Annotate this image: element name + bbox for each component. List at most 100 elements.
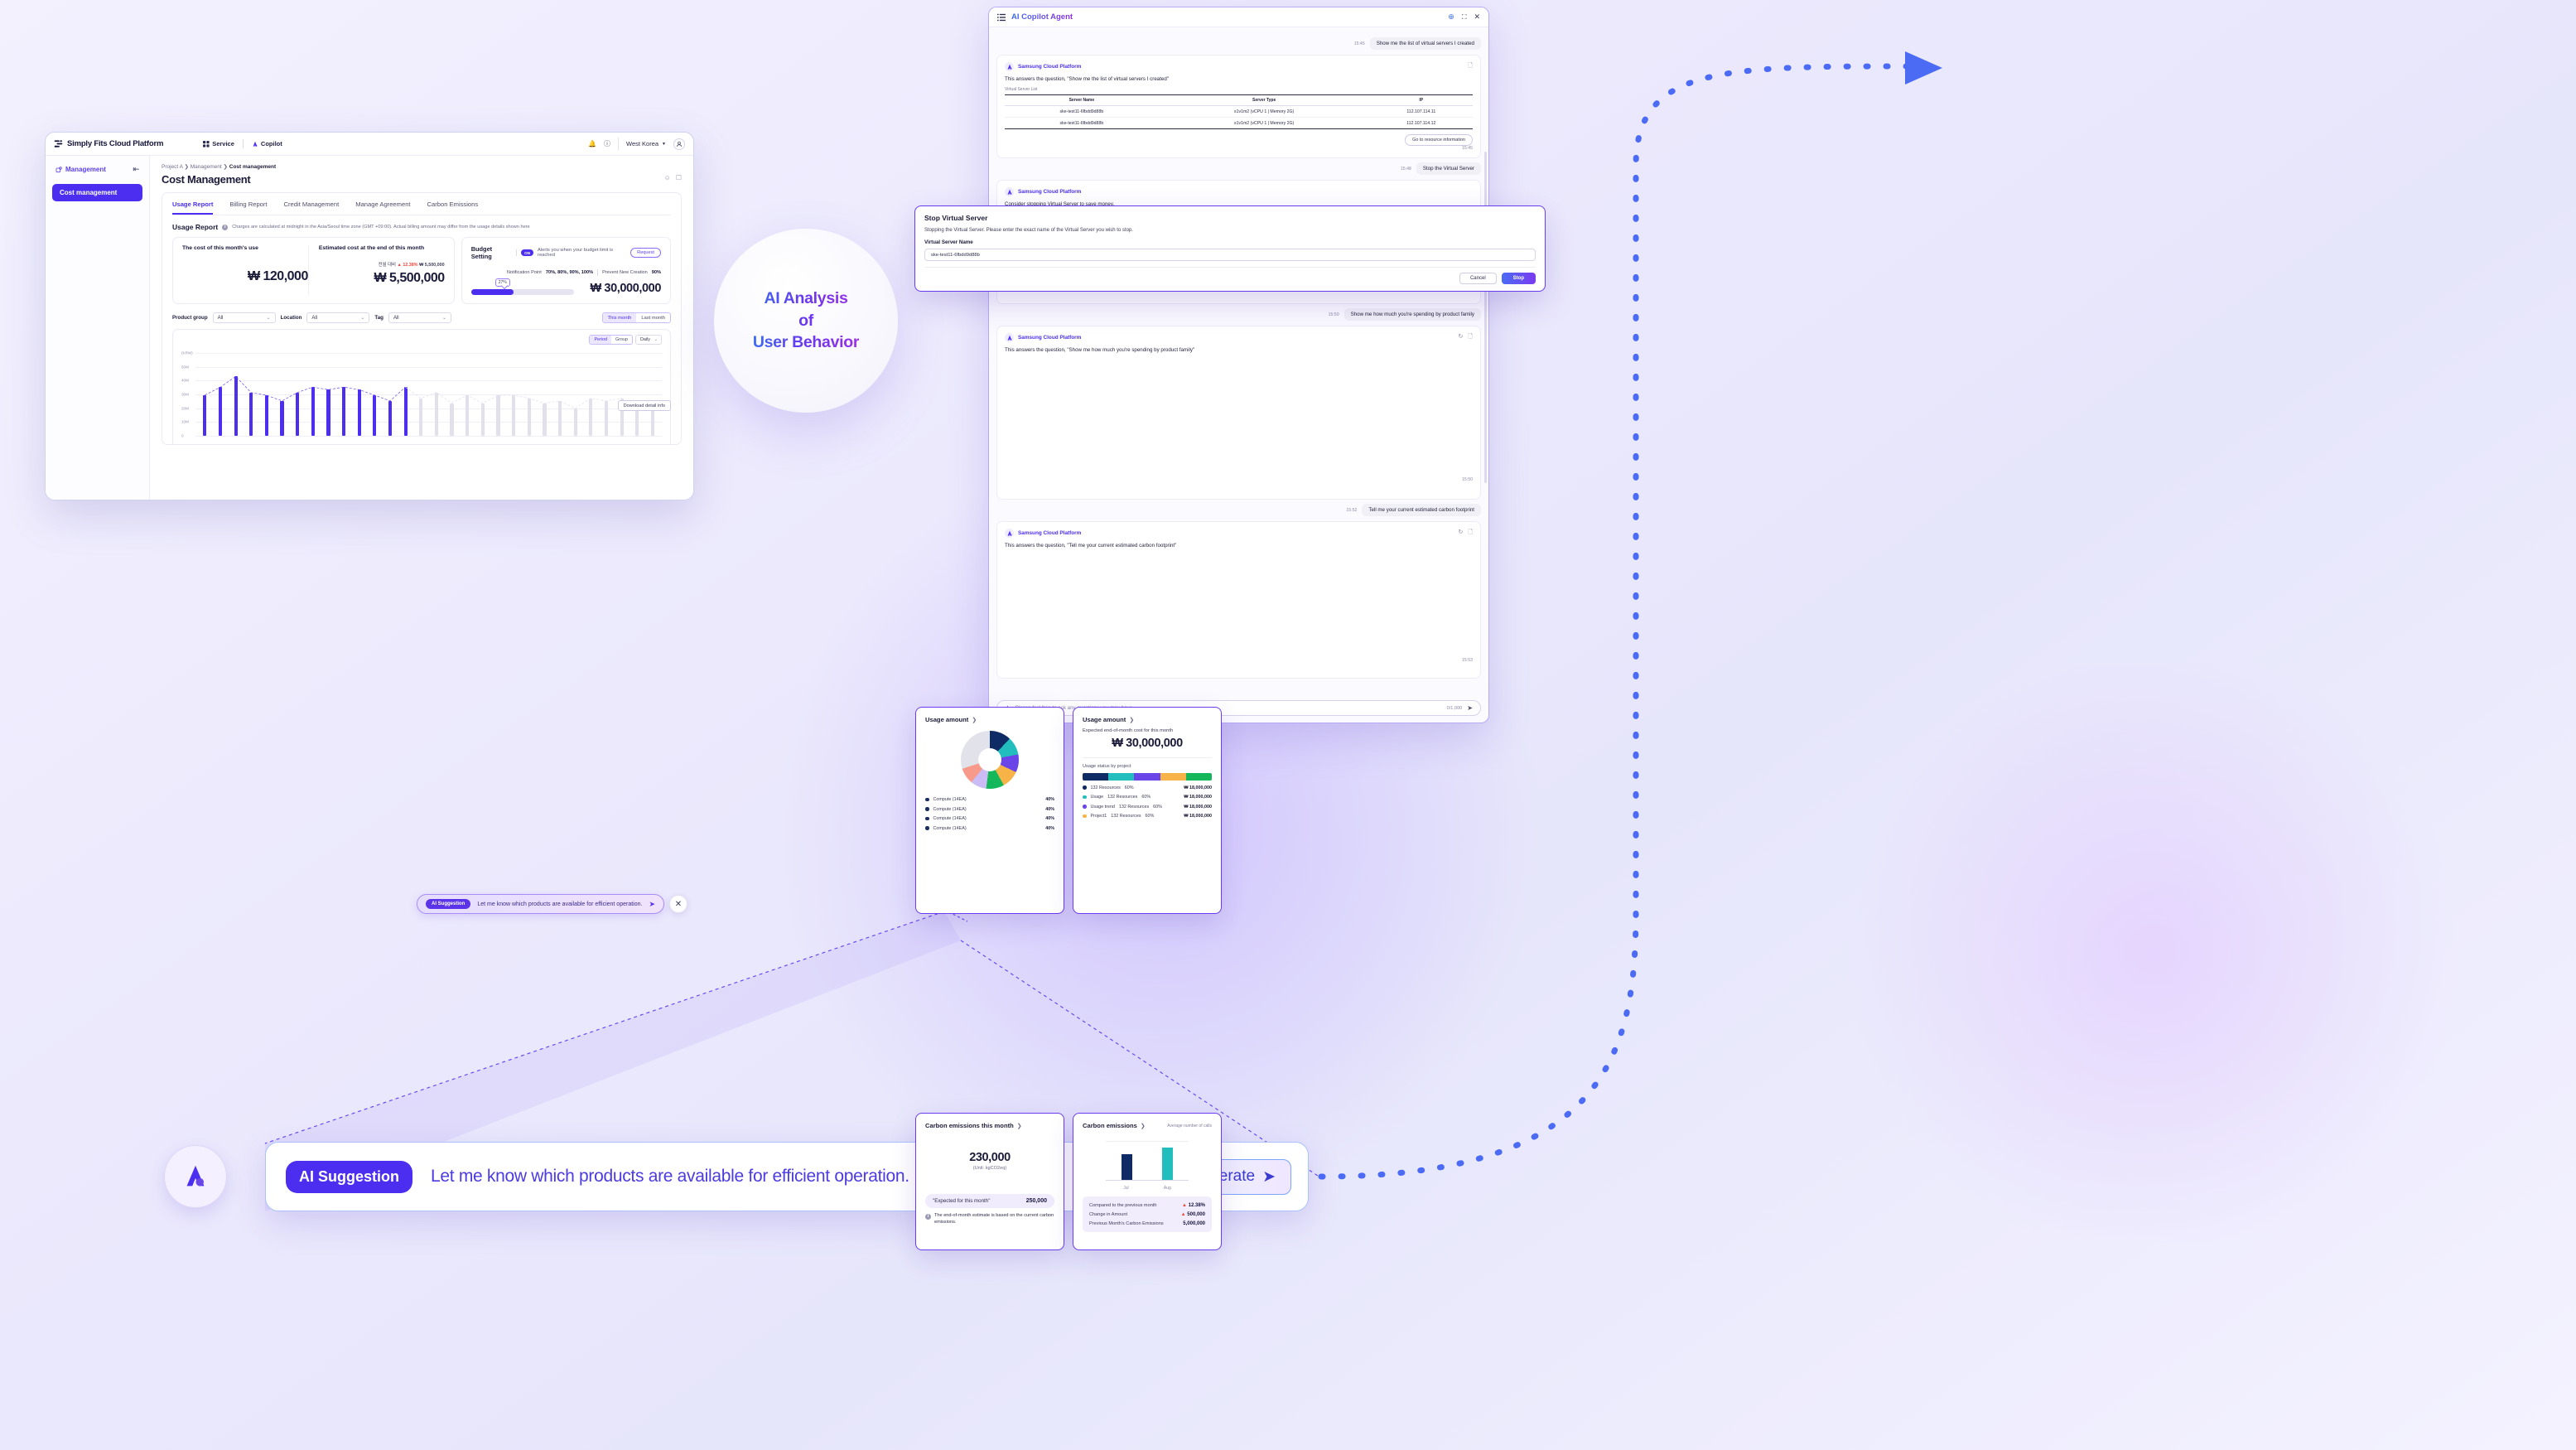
- tab-credit-management[interactable]: Credit Management: [284, 201, 340, 215]
- last-month-button[interactable]: Last month: [636, 313, 670, 322]
- row-detail: 132 Resources: [1111, 814, 1141, 819]
- stat-value: 5,000,000: [1183, 1220, 1205, 1226]
- bot-message-1-text: This answers the question, "Show me the …: [1005, 76, 1170, 82]
- legend-value: 40%: [1045, 825, 1054, 831]
- nav-service[interactable]: Service: [203, 140, 234, 147]
- send-icon[interactable]: ➤: [1467, 704, 1473, 712]
- stop-button[interactable]: Stop: [1501, 273, 1536, 284]
- notif-divider: [597, 269, 599, 276]
- budget-divider: [516, 249, 518, 256]
- x-axis-tick: 10-26: [572, 443, 588, 444]
- collapse-sidebar-icon[interactable]: ⇤: [133, 165, 139, 174]
- usage-chart: Period Group Daily ⌄ 0 10M 20M 30M 40M 50M (KR…: [172, 329, 671, 444]
- tab-billing-report[interactable]: Billing Report: [229, 201, 267, 215]
- location-label: Location: [280, 315, 302, 321]
- tab-bar: Usage Report Billing Report Credit Manag…: [172, 193, 671, 215]
- chevron-right-icon[interactable]: ❯: [1129, 717, 1134, 723]
- location-value: All: [311, 315, 318, 321]
- th-server-name: Server Name: [1005, 94, 1159, 106]
- top-navigation: Service Copilot: [203, 139, 282, 148]
- cost-summary-card: The cost of this month's use ₩ 120,000 E…: [172, 237, 455, 304]
- carbon-month-header: Carbon emissions this month ❯: [925, 1122, 1054, 1129]
- tab-manage-agreement[interactable]: Manage Agreement: [355, 201, 410, 215]
- copilot-scrollbar[interactable]: [1484, 152, 1487, 483]
- user-avatar[interactable]: [673, 138, 685, 150]
- inline-ai-pill[interactable]: AI Suggestion Let me know which products…: [417, 894, 664, 914]
- info-icon[interactable]: i: [222, 224, 229, 230]
- nav-copilot[interactable]: Copilot: [252, 140, 282, 147]
- smiley-icon[interactable]: ☺: [664, 174, 671, 181]
- stop-virtual-server-modal: Stop Virtual Server Stopping the Virtual…: [914, 205, 1546, 292]
- bot-message-4-text: This answers the question, "Tell me your…: [1005, 543, 1177, 549]
- legend-value: 40%: [1045, 797, 1054, 802]
- breadcrumb: Project A ❯ Management ❯ Cost management: [162, 163, 682, 170]
- carbon-compare-title: Carbon emissions: [1083, 1122, 1137, 1129]
- budget-toggle[interactable]: ON: [521, 249, 534, 256]
- refresh-icon[interactable]: ↻: [1458, 529, 1463, 538]
- chevron-right-icon[interactable]: ❯: [972, 717, 977, 723]
- x-axis-tick: [364, 443, 380, 444]
- breadcrumb-project[interactable]: Project A: [162, 164, 183, 170]
- cancel-button[interactable]: Cancel: [1459, 273, 1497, 284]
- granularity-select[interactable]: Daily ⌄: [635, 335, 662, 345]
- sidebar-item-cost-management[interactable]: Cost management: [52, 184, 142, 201]
- ai-assistant-avatar: [164, 1145, 227, 1208]
- stack-segment: [1185, 773, 1212, 781]
- chevron-right-icon[interactable]: ❯: [1141, 1123, 1146, 1129]
- row-detail: 132 Resources: [1118, 804, 1150, 810]
- breadcrumb-management[interactable]: Management: [191, 164, 222, 170]
- group-button[interactable]: Group: [611, 336, 632, 344]
- list-icon[interactable]: [997, 13, 1006, 22]
- expand-icon[interactable]: ⛶: [1462, 13, 1467, 22]
- help-icon[interactable]: ⓘ: [604, 139, 610, 148]
- copy-icon[interactable]: 🗋: [1468, 333, 1473, 342]
- user-message-4: 15:52 Tell me your current estimated car…: [996, 504, 1481, 516]
- delta-prefix: 전월 대비: [378, 263, 396, 268]
- bell-icon[interactable]: 🔔: [588, 140, 596, 147]
- budget-progress-fill: [470, 289, 514, 295]
- x-axis-tick: 10-12: [349, 443, 364, 444]
- tab-usage-report[interactable]: Usage Report: [172, 201, 214, 215]
- period-button[interactable]: Period: [590, 336, 612, 344]
- usage-by-project-label: Usage status by project: [1083, 764, 1131, 769]
- close-icon[interactable]: ✕: [1474, 12, 1480, 22]
- row-detail: 132 Resources: [1107, 795, 1138, 800]
- y-axis-tick: 30M: [181, 392, 189, 397]
- x-axis-tick: [397, 443, 412, 444]
- x-axis-tick: 10-01: [189, 443, 205, 444]
- copy-icon[interactable]: 🗋: [1468, 529, 1473, 538]
- tag-select[interactable]: All ⌄: [388, 312, 451, 323]
- product-group-select[interactable]: All ⌄: [212, 312, 276, 323]
- copilot-input[interactable]: ✦ Please feel free to ask any questions …: [996, 700, 1481, 716]
- budget-request-button[interactable]: Request: [630, 248, 661, 258]
- region-selector[interactable]: West Korea ▼: [618, 138, 666, 150]
- virtual-server-name-input[interactable]: ske-test11-6fbdd9d88b: [924, 249, 1536, 261]
- cell-ip: 112.107.114.12: [1369, 117, 1473, 129]
- bot-message-4-time: 15:53: [1462, 658, 1473, 663]
- filter-bar: Product group All ⌄ Location All ⌄ Tag A…: [172, 312, 671, 323]
- user-message-1-time: 15:45: [1353, 41, 1365, 46]
- kpi-estimated-cost-label: Estimated cost at the end of this month: [318, 245, 425, 251]
- this-month-button[interactable]: This month: [602, 313, 637, 322]
- legend-label: Compute (14EA): [933, 797, 967, 802]
- row-color-dot: [1083, 795, 1087, 800]
- user-message-2: 15:48 Stop the Virtual Server: [996, 162, 1481, 175]
- product-group-label: Product group: [172, 315, 208, 321]
- location-select[interactable]: All ⌄: [306, 312, 370, 323]
- user-message-3-text: Show me how much you're spending by prod…: [1343, 308, 1481, 321]
- bot-name: Samsung Cloud Platform: [1018, 64, 1082, 70]
- chevron-right-icon[interactable]: ❯: [1017, 1123, 1022, 1129]
- send-icon[interactable]: ➤: [649, 900, 655, 909]
- chart-trend-line: [197, 353, 660, 436]
- go-to-resource-button[interactable]: Go to resource information: [1405, 134, 1473, 146]
- add-circle-icon[interactable]: ⊕: [1448, 12, 1454, 22]
- download-detail-button[interactable]: Download detail info: [617, 400, 671, 411]
- tab-carbon-emissions[interactable]: Carbon Emissions: [427, 201, 479, 215]
- refresh-icon[interactable]: ↻: [1458, 333, 1463, 342]
- x-axis-tick: 10-05: [253, 443, 268, 444]
- share-icon[interactable]: ☐: [676, 174, 682, 181]
- list-item: Previous Month's Carbon Emissions 5,000,…: [1089, 1219, 1205, 1228]
- close-suggestion-button[interactable]: ✕: [668, 895, 687, 913]
- copy-icon[interactable]: 🗋: [1468, 62, 1473, 71]
- stat-value: ▲ 500,000: [1181, 1212, 1205, 1217]
